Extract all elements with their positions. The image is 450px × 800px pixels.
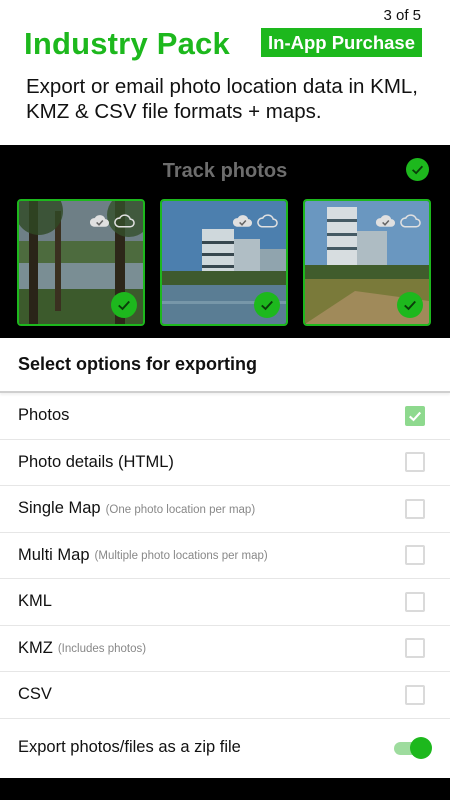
option-label: Single Map [18,499,101,518]
cloud-icon [400,214,421,228]
option-row-multi-map[interactable]: Multi Map (Multiple photo locations per … [0,533,450,579]
cloud-icon [257,214,278,228]
thumbnail-check-icon[interactable] [111,292,137,318]
kmz-checkbox[interactable] [405,638,425,659]
cloud-check-icon [89,215,110,227]
bottom-bar [0,778,450,800]
headline: Industry Pack [24,26,230,61]
subtitle: Export or email photo location data in K… [26,75,418,123]
track-photos-preview: Track photos [0,145,450,338]
option-row-photo-details[interactable]: Photo details (HTML) [0,440,450,486]
photo-details-checkbox[interactable] [405,452,425,473]
option-row-kmz[interactable]: KMZ (Includes photos) [0,626,450,672]
csv-checkbox[interactable] [405,684,425,705]
thumbnail-check-icon[interactable] [397,292,423,318]
cloud-icon [114,214,135,228]
option-row-csv[interactable]: CSV [0,672,450,719]
option-label: Multi Map [18,545,90,564]
single-map-checkbox[interactable] [405,498,425,519]
kml-checkbox[interactable] [405,591,425,612]
export-options-card: Select options for exporting Photos Phot… [0,338,450,778]
thumb-status-icons [375,214,421,228]
cloud-check-icon [375,215,396,227]
thumb-status-icons [89,214,135,228]
multi-map-checkbox[interactable] [405,545,425,566]
zip-toggle[interactable] [394,736,432,759]
option-label: Photo details (HTML) [18,452,174,471]
export-options-title: Select options for exporting [0,338,450,393]
option-row-single-map[interactable]: Single Map (One photo location per map) [0,486,450,533]
page-counter: 3 of 5 [383,7,421,24]
option-row-kml[interactable]: KML [0,579,450,626]
toggle-knob [410,736,432,759]
in-app-purchase-badge: In-App Purchase [261,28,422,57]
option-label: KMZ [18,638,53,657]
check-icon [409,411,422,422]
photos-checkbox[interactable] [405,405,425,426]
option-hint: (One photo location per map) [105,503,256,516]
thumb-status-icons [232,214,278,228]
option-row-photos[interactable]: Photos [0,393,450,440]
option-label: Photos [18,406,70,425]
preview-check-icon[interactable] [406,158,429,181]
preview-title: Track photos [162,160,288,182]
thumbnail-2[interactable] [160,199,288,326]
option-hint: (Multiple photo locations per map) [94,550,268,563]
thumbnail-check-icon[interactable] [254,292,280,318]
thumbnail-3[interactable] [303,199,431,326]
option-row-zip[interactable]: Export photos/files as a zip file [0,719,450,777]
option-label: KML [18,592,52,611]
cloud-check-icon [232,215,253,227]
thumbnail-1[interactable] [17,199,145,326]
option-hint: (Includes photos) [57,643,147,656]
option-label: Export photos/files as a zip file [18,738,241,756]
option-label: CSV [18,685,52,704]
